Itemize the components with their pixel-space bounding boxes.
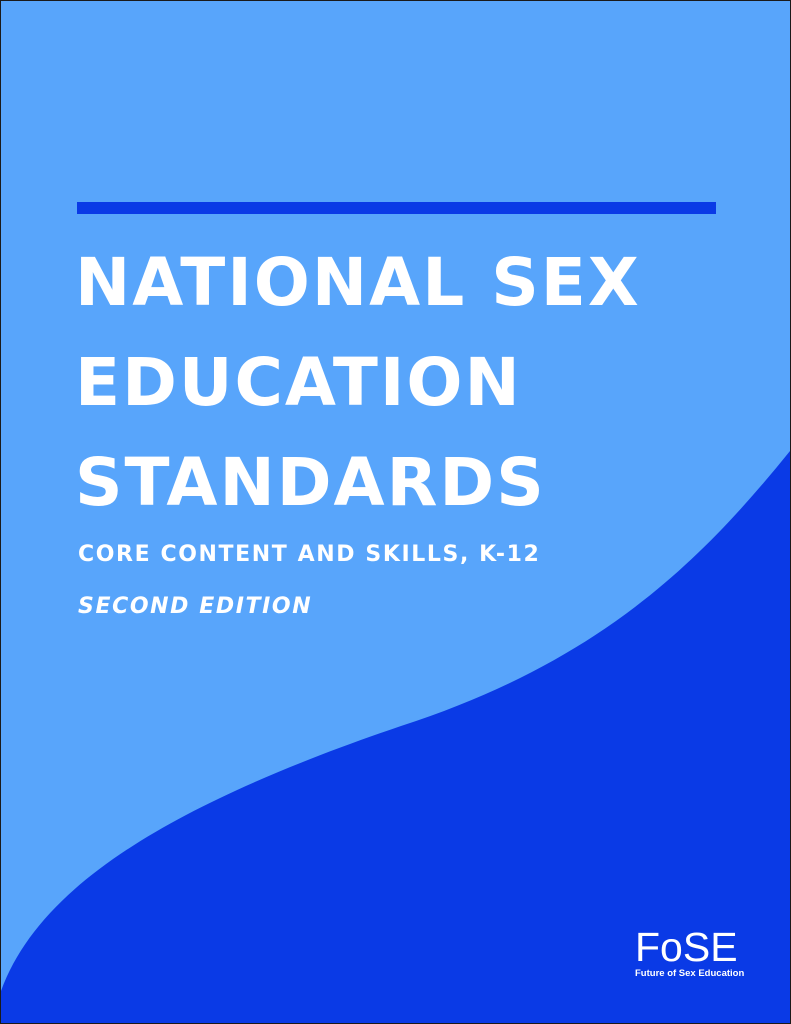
title-line-2: EDUCATION: [75, 344, 522, 421]
edition-label: SECOND EDITION: [78, 594, 313, 619]
fose-logo: FoSE Future of Sex Education: [635, 924, 745, 980]
logo-tagline: Future of Sex Education: [635, 968, 745, 979]
logo-mark: FoSE: [635, 924, 738, 970]
document-title: NATIONAL SEX EDUCATION STANDARDS: [75, 233, 641, 533]
report-cover: NATIONAL SEX EDUCATION STANDARDS CORE CO…: [0, 0, 791, 1024]
title-rule: [77, 202, 716, 214]
document-subtitle: CORE CONTENT AND SKILLS, K-12: [78, 542, 541, 567]
title-line-1: NATIONAL SEX: [75, 244, 641, 321]
title-line-3: STANDARDS: [75, 444, 546, 521]
